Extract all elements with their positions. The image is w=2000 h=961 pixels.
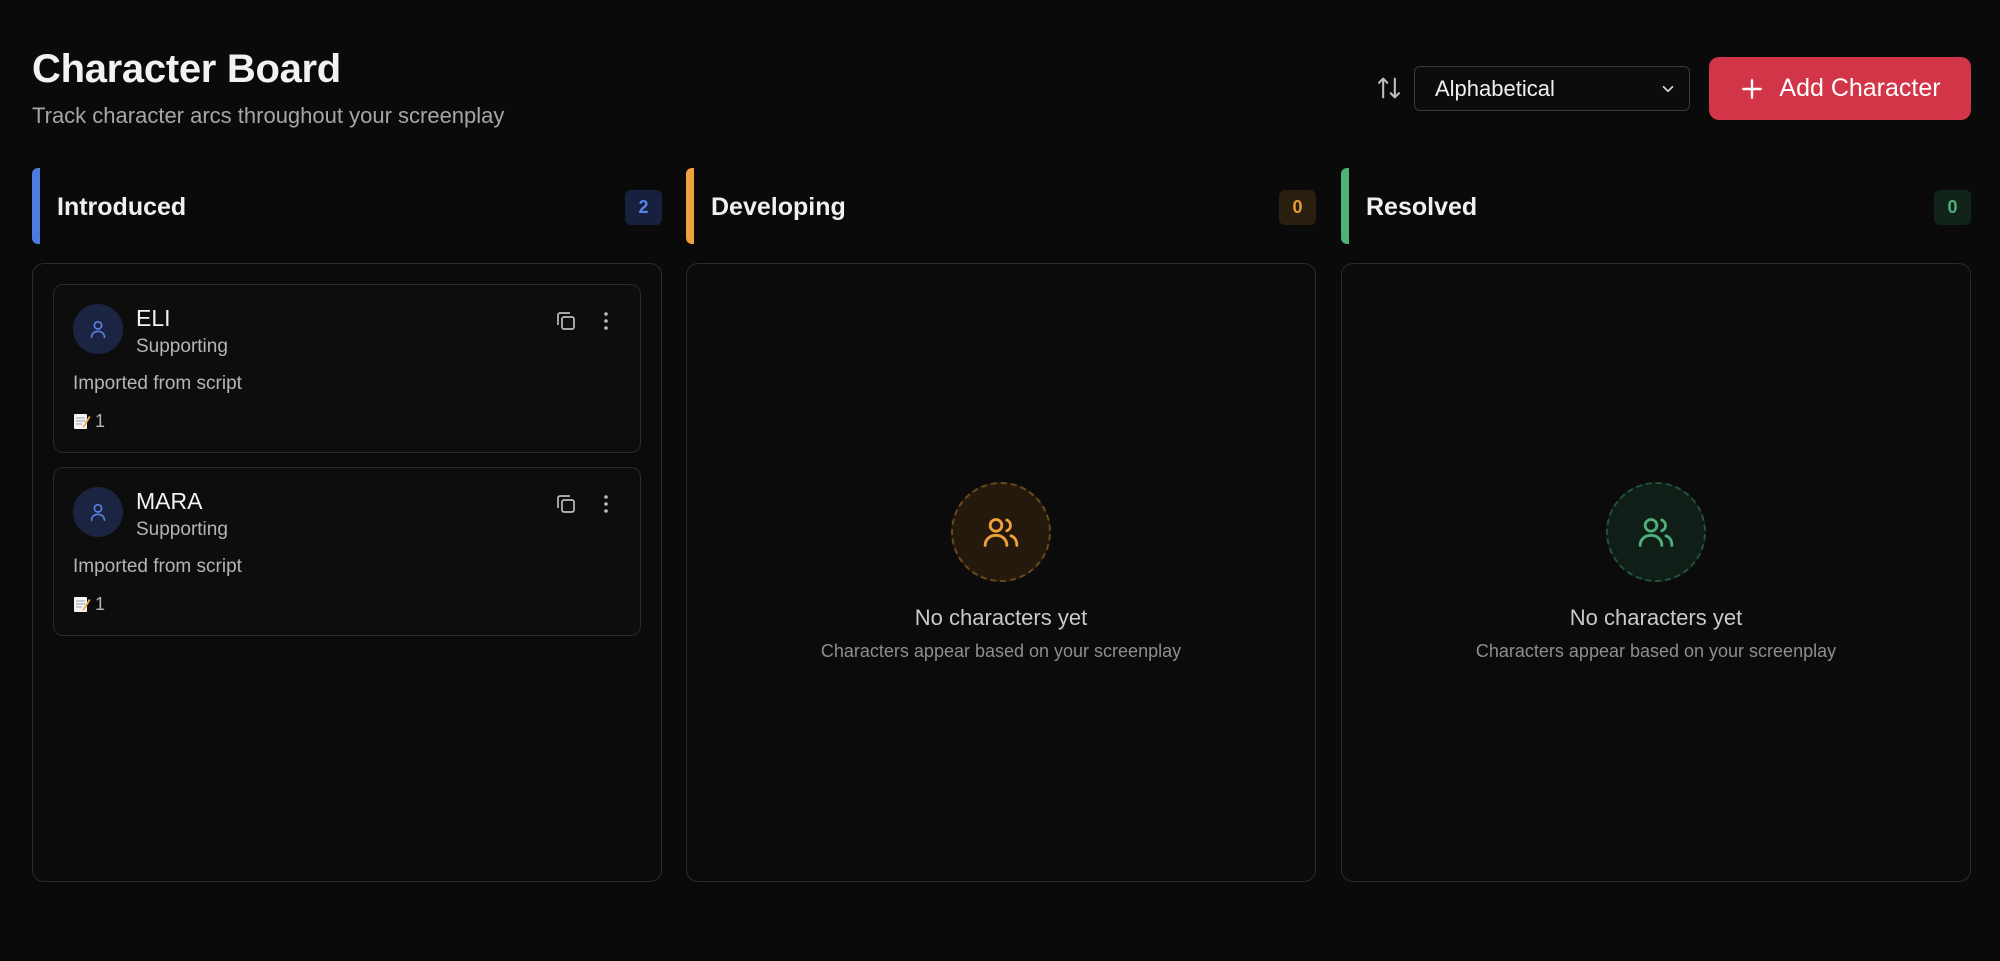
user-icon xyxy=(90,503,106,522)
sort-select-value: Alphabetical xyxy=(1435,75,1555,101)
column-count-badge: 0 xyxy=(1934,190,1971,225)
column-count-badge: 2 xyxy=(625,190,662,225)
character-card-eli[interactable]: ELI Supporting Imported from script 1 xyxy=(53,284,641,453)
character-name: ELI xyxy=(136,305,171,331)
character-name: MARA xyxy=(136,488,203,514)
avatar xyxy=(73,304,123,354)
copy-icon[interactable] xyxy=(554,309,578,333)
character-role: Supporting xyxy=(136,519,228,540)
memo-icon xyxy=(74,414,91,429)
column-resolved: No characters yet Characters appear base… xyxy=(1341,263,1971,882)
column-developing: No characters yet Characters appear base… xyxy=(686,263,1316,882)
empty-state-subtitle: Characters appear based on your screenpl… xyxy=(820,641,1182,661)
column-count-badge: 0 xyxy=(1279,190,1316,225)
column-title: Developing xyxy=(711,193,846,221)
more-vertical-icon[interactable] xyxy=(594,309,618,333)
character-role: Supporting xyxy=(136,336,228,357)
empty-state: No characters yet Characters appear base… xyxy=(687,482,1315,662)
more-vertical-icon[interactable] xyxy=(594,492,618,516)
column-header-resolved: Resolved 0 xyxy=(1341,168,1971,244)
character-note: Imported from script xyxy=(73,373,242,394)
column-introduced: ELI Supporting Imported from script 1 MA… xyxy=(32,263,662,882)
column-title: Introduced xyxy=(57,193,187,221)
copy-icon[interactable] xyxy=(554,492,578,516)
user-icon xyxy=(90,320,106,339)
page-title: Character Board xyxy=(32,47,341,91)
column-header-introduced: Introduced 2 xyxy=(32,168,662,244)
empty-state: No characters yet Characters appear base… xyxy=(1342,482,1970,662)
sort-icon[interactable] xyxy=(1375,74,1403,102)
users-icon xyxy=(1638,518,1674,547)
column-title: Resolved xyxy=(1366,193,1478,221)
avatar xyxy=(73,487,123,537)
empty-state-icon xyxy=(951,482,1051,582)
character-card-mara[interactable]: MARA Supporting Imported from script 1 xyxy=(53,467,641,636)
scene-count-value: 1 xyxy=(95,411,106,431)
character-note: Imported from script xyxy=(73,556,242,577)
empty-state-title: No characters yet xyxy=(1569,605,1743,630)
page-header: Character Board Track character arcs thr… xyxy=(32,44,504,130)
column-accent-bar xyxy=(32,168,40,244)
column-accent-bar xyxy=(686,168,694,244)
column-header-developing: Developing 0 xyxy=(686,168,1316,244)
character-board-page: Character Board Track character arcs thr… xyxy=(0,0,2000,961)
add-character-label: Add Character xyxy=(1779,74,1941,102)
page-subtitle: Track character arcs throughout your scr… xyxy=(32,103,505,128)
chevron-down-icon xyxy=(1662,85,1674,93)
sort-select[interactable]: Alphabetical xyxy=(1414,66,1690,111)
memo-icon xyxy=(74,597,91,612)
empty-state-title: No characters yet xyxy=(914,605,1088,630)
scene-count: 1 xyxy=(73,593,105,615)
empty-state-subtitle: Characters appear based on your screenpl… xyxy=(1475,641,1837,661)
empty-state-icon xyxy=(1606,482,1706,582)
column-accent-bar xyxy=(1341,168,1349,244)
users-icon xyxy=(983,518,1019,547)
plus-icon xyxy=(1742,78,1763,99)
scene-count: 1 xyxy=(73,410,105,432)
add-character-button[interactable]: Add Character xyxy=(1709,57,1971,120)
scene-count-value: 1 xyxy=(95,594,106,614)
